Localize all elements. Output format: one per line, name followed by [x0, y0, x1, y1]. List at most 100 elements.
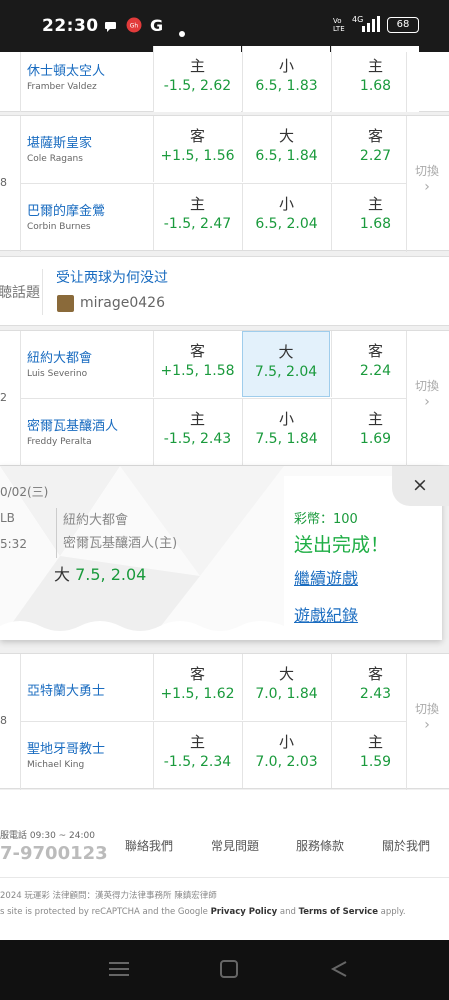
footer-link-about[interactable]: 關於我們: [382, 837, 430, 854]
footer: 服電話 09:30 ~ 24:00 7-9700123 聯絡我們 常見問題 服務…: [0, 790, 449, 940]
bet-team-home: 密爾瓦基釀酒人(主): [63, 536, 178, 551]
footer-link-terms[interactable]: 服務條款: [296, 837, 344, 854]
svg-text:Gh: Gh: [130, 23, 139, 30]
divider: [20, 116, 21, 252]
pitcher-name: Freddy Peralta: [27, 437, 92, 447]
spread-odds-cell[interactable]: 主 -1.5, 2.43: [153, 399, 241, 465]
switch-label: 切換: [415, 164, 440, 178]
footer-link-faq[interactable]: 常見問題: [211, 837, 259, 854]
team-baltimore[interactable]: 巴爾的摩金鶯 Corbin Burnes: [27, 200, 105, 232]
pitcher-name: Cole Ragans: [27, 154, 83, 164]
total-odds: 7.5, 1.84: [255, 431, 318, 447]
chevron-right-icon: ›: [424, 394, 430, 410]
spread-odds-cell[interactable]: 客 +1.5, 1.58: [153, 331, 241, 397]
spread-label: 主: [189, 57, 205, 75]
chevron-right-icon: ›: [424, 179, 430, 195]
total-odds: 7.5, 2.04: [254, 364, 318, 380]
switch-button[interactable]: 切換 ›: [415, 700, 439, 733]
home-icon[interactable]: [220, 960, 238, 982]
total-odds-cell[interactable]: 小 6.5, 2.04: [242, 184, 330, 250]
pitcher-name: Corbin Burnes: [27, 222, 91, 232]
divider: [20, 654, 21, 790]
divider: [56, 508, 57, 558]
match-number: 8: [0, 176, 7, 189]
divider: [406, 116, 407, 252]
spread-label: 主: [189, 410, 205, 428]
total-odds-cell[interactable]: 小 7.5, 1.84: [242, 399, 330, 465]
team-kansas-city[interactable]: 堪薩斯皇家 Cole Ragans: [27, 132, 92, 164]
status-time: 22:30: [42, 16, 99, 36]
team-milwaukee[interactable]: 密爾瓦基釀酒人 Freddy Peralta: [27, 415, 118, 447]
team-name: 休士頓太空人: [27, 64, 106, 79]
total-odds-cell[interactable]: 小 6.5, 1.83: [242, 46, 330, 112]
google-icon: G: [150, 16, 164, 35]
footer-link-contact[interactable]: 聯絡我們: [125, 837, 173, 854]
team-ny-mets[interactable]: 紐約大都會 Luis Severino: [27, 347, 92, 379]
bet-team-away: 紐約大都會: [63, 513, 129, 528]
pitcher-name: Michael King: [27, 760, 85, 770]
bet-selection: 大 7.5, 2.04: [54, 561, 146, 585]
divider: [20, 52, 21, 112]
spread-odds-cell[interactable]: 客 +1.5, 1.56: [153, 116, 241, 182]
recaptcha-apply: apply.: [377, 907, 406, 917]
status-bar: 22:30 Gh G Vo LTE 4G 68: [0, 0, 449, 52]
topic-card[interactable]: 聴話題 受让两球为何没过 mirage0426: [0, 256, 449, 326]
total-odds-cell-selected[interactable]: 大 7.5, 2.04: [242, 331, 330, 397]
switch-button[interactable]: 切換 ›: [415, 377, 439, 410]
signal-icon: 4G: [350, 14, 382, 38]
back-icon[interactable]: [330, 960, 348, 982]
pitcher-name: Framber Valdez: [27, 82, 97, 92]
privacy-policy-link[interactable]: Privacy Policy: [211, 907, 278, 917]
team-name: 堪薩斯皇家: [27, 136, 93, 151]
total-label: 大: [278, 127, 294, 145]
switch-button[interactable]: 切換 ›: [415, 162, 439, 195]
total-odds: 6.5, 1.84: [255, 148, 318, 164]
topic-title[interactable]: 受让两球为何没过: [56, 267, 168, 287]
spread-odds: -1.5, 2.43: [163, 431, 232, 447]
game-records-link[interactable]: 遊戲紀錄: [294, 602, 358, 626]
spread-odds: -1.5, 2.34: [163, 754, 232, 770]
battery-icon: 68: [387, 17, 419, 33]
team-san-diego[interactable]: 聖地牙哥教士 Michael King: [27, 738, 105, 770]
total-odds: 7.0, 1.84: [255, 686, 318, 702]
total-odds-cell[interactable]: 小 7.0, 2.03: [242, 722, 330, 788]
hotline-phone[interactable]: 7-9700123: [0, 843, 108, 864]
team-name: 巴爾的摩金鶯: [27, 204, 106, 219]
total-odds-cell[interactable]: 大 7.0, 1.84: [242, 654, 330, 720]
menu-icon[interactable]: [109, 960, 129, 982]
svg-text:4G: 4G: [352, 15, 363, 24]
bet-selection-label: 大: [54, 565, 71, 584]
coin-balance: 彩幣：100: [294, 512, 358, 527]
recaptcha-and: and: [277, 907, 299, 917]
spread-odds: +1.5, 1.58: [160, 363, 235, 379]
switch-label: 切換: [415, 702, 440, 716]
footer-divider: [0, 877, 449, 878]
copyright-text: 2024 玩運彩 法律顧問：漢英得力法律事務所 陳鎮宏律師: [0, 891, 217, 901]
divider: [406, 654, 407, 790]
total-label: 大: [278, 343, 294, 361]
system-nav-bar: [0, 940, 449, 1000]
total-odds-cell[interactable]: 大 6.5, 1.84: [242, 116, 330, 182]
topic-username[interactable]: mirage0426: [80, 295, 165, 311]
bet-time: 5:32: [0, 537, 27, 551]
match-card-1: 休士頓太空人 Framber Valdez 主 -1.5, 2.62 小 6.5…: [0, 46, 449, 112]
spread-odds-cell[interactable]: 主 -1.5, 2.34: [153, 722, 241, 788]
total-odds: 7.0, 2.03: [255, 754, 318, 770]
recaptcha-text: s site is protected by reCAPTCHA and the…: [0, 907, 211, 917]
spread-odds-cell[interactable]: 客 +1.5, 1.62: [153, 654, 241, 720]
spread-odds: +1.5, 1.56: [160, 148, 235, 164]
terms-of-service-link[interactable]: Terms of Service: [299, 907, 378, 917]
spread-label: 客: [189, 342, 205, 360]
spread-odds-cell[interactable]: 主 -1.5, 2.47: [153, 184, 241, 250]
team-houston[interactable]: 休士頓太空人 Framber Valdez: [27, 60, 105, 92]
chat-bubble-icon: [104, 18, 117, 37]
continue-game-link[interactable]: 繼續遊戲: [294, 565, 358, 589]
switch-label: 切換: [415, 379, 440, 393]
close-button[interactable]: ×: [392, 466, 449, 506]
spread-odds-cell[interactable]: 主 -1.5, 2.62: [153, 46, 241, 112]
spread-odds: -1.5, 2.62: [163, 78, 232, 94]
team-atlanta[interactable]: 亞特蘭大勇士: [27, 680, 105, 699]
spread-odds: +1.5, 1.62: [160, 686, 235, 702]
bet-selection-value: 7.5, 2.04: [75, 565, 147, 584]
submit-done-message: 送出完成！: [294, 534, 390, 556]
